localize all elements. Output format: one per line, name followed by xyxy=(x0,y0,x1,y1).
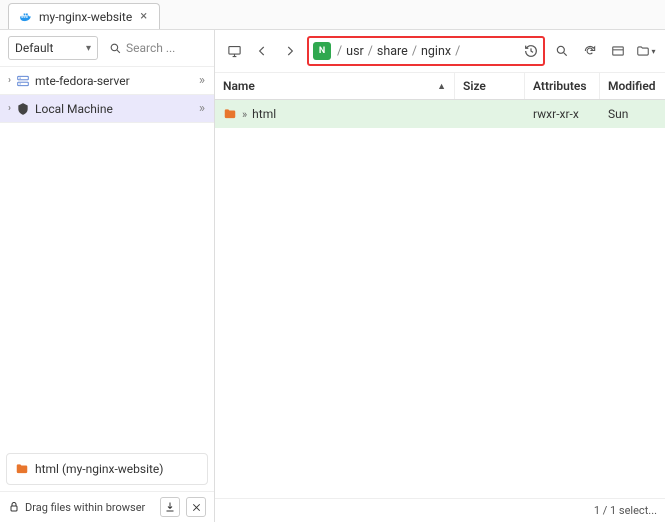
tree-item-label: mte-fedora-server xyxy=(35,74,130,88)
profile-select[interactable]: Default ▾ xyxy=(8,36,98,60)
more-icon[interactable]: » xyxy=(199,101,206,116)
folder-menu-button[interactable]: ▾ xyxy=(635,40,657,62)
folder-icon xyxy=(223,107,237,121)
server-icon xyxy=(16,74,30,88)
tree-item-fedora[interactable]: › mte-fedora-server » xyxy=(0,67,214,95)
sort-asc-icon: ▲ xyxy=(437,81,446,92)
table-body: » html rwxr-xr-x Sun xyxy=(215,100,665,498)
search-icon xyxy=(109,42,122,55)
status-text: 1 / 1 select... xyxy=(594,504,657,517)
row-mod: Sun xyxy=(608,107,628,121)
drag-hint: Drag files within browser xyxy=(8,501,154,514)
search-placeholder: Search ... xyxy=(126,41,175,55)
chevron-down-icon: ▾ xyxy=(86,43,91,54)
refresh-icon xyxy=(583,44,597,58)
forward-button[interactable] xyxy=(279,40,301,62)
chevron-down-icon: ▾ xyxy=(651,47,655,56)
download-icon xyxy=(164,501,176,513)
monitor-icon xyxy=(227,44,242,59)
toolbar: N / usr / share / nginx / xyxy=(215,30,665,73)
sidebar-card[interactable]: html (my-nginx-website) xyxy=(6,453,208,485)
path-seg-1[interactable]: share xyxy=(377,44,408,59)
chevron-right-icon: › xyxy=(8,103,11,114)
arrow-right-icon xyxy=(283,44,297,58)
tab-my-nginx-website[interactable]: my-nginx-website × xyxy=(8,3,160,29)
breadcrumb[interactable]: / usr / share / nginx / xyxy=(337,44,517,59)
path-sep: / xyxy=(455,44,460,59)
cell-size xyxy=(455,104,525,124)
more-icon[interactable]: » xyxy=(199,73,206,88)
path-sep: / xyxy=(368,44,373,59)
cell-mod: Sun xyxy=(600,104,665,124)
sidebar-spacer xyxy=(0,297,214,447)
tab-title: my-nginx-website xyxy=(39,10,132,24)
history-icon[interactable] xyxy=(523,43,539,59)
tree-item-local[interactable]: › Local Machine » xyxy=(0,95,214,123)
path-sep: / xyxy=(412,44,417,59)
search-input[interactable]: Search ... xyxy=(104,36,206,60)
col-size[interactable]: Size xyxy=(455,73,525,99)
search-icon xyxy=(555,44,569,58)
sidebar-bottom: Drag files within browser xyxy=(0,491,214,522)
profile-select-label: Default xyxy=(15,41,53,55)
sidebar-top: Default ▾ Search ... xyxy=(0,30,214,67)
path-bar[interactable]: N / usr / share / nginx / xyxy=(307,36,545,66)
tab-bar: my-nginx-website × xyxy=(0,0,665,30)
connection-tree: › mte-fedora-server » › Local Machine » xyxy=(0,67,214,297)
back-button[interactable] xyxy=(251,40,273,62)
terminal-button[interactable] xyxy=(223,40,245,62)
refresh-button[interactable] xyxy=(579,40,601,62)
col-name-label: Name xyxy=(223,79,255,93)
close-button[interactable] xyxy=(186,497,206,517)
chevron-right-icon: › xyxy=(8,75,11,86)
nginx-icon: N xyxy=(313,42,331,60)
col-mod-label: Modified xyxy=(608,79,656,93)
row-attr: rwxr-xr-x xyxy=(533,107,579,121)
tree-item-label: Local Machine xyxy=(35,102,113,116)
path-seg-0[interactable]: usr xyxy=(346,44,364,59)
table-row[interactable]: » html rwxr-xr-x Sun xyxy=(215,100,665,128)
panel-button[interactable] xyxy=(607,40,629,62)
download-button[interactable] xyxy=(160,497,180,517)
path-seg-2[interactable]: nginx xyxy=(421,44,451,59)
lock-icon xyxy=(8,501,20,513)
col-name[interactable]: Name ▲ xyxy=(215,73,455,99)
folder-icon xyxy=(636,44,650,58)
status-bar: 1 / 1 select... xyxy=(215,498,665,522)
content: N / usr / share / nginx / xyxy=(215,30,665,522)
col-modified[interactable]: Modified xyxy=(600,73,665,99)
panel-icon xyxy=(611,44,625,58)
main: Default ▾ Search ... › mte-fedora-server… xyxy=(0,30,665,522)
col-attributes[interactable]: Attributes xyxy=(525,73,600,99)
table-header: Name ▲ Size Attributes Modified xyxy=(215,73,665,100)
close-icon[interactable]: × xyxy=(138,9,149,24)
cell-name: » html xyxy=(215,104,455,124)
docker-icon xyxy=(19,10,33,24)
open-indicator-icon: » xyxy=(242,108,247,121)
machine-icon xyxy=(16,102,30,116)
cell-attr: rwxr-xr-x xyxy=(525,104,600,124)
sidebar: Default ▾ Search ... › mte-fedora-server… xyxy=(0,30,215,522)
arrow-left-icon xyxy=(255,44,269,58)
x-icon xyxy=(191,502,202,513)
drag-hint-label: Drag files within browser xyxy=(25,501,145,514)
search-button[interactable] xyxy=(551,40,573,62)
row-name: html xyxy=(252,107,276,121)
sidebar-card-label: html (my-nginx-website) xyxy=(35,462,163,476)
col-size-label: Size xyxy=(463,79,486,93)
folder-icon xyxy=(15,462,29,476)
col-attr-label: Attributes xyxy=(533,79,587,93)
path-sep: / xyxy=(337,44,342,59)
